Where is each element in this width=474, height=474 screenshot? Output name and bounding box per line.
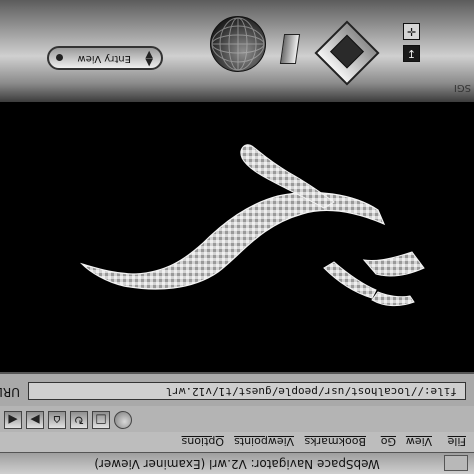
menu-options[interactable]: Options — [182, 435, 224, 448]
toolbar: ◀ ▶ ⌂ ↻ □ — [0, 405, 474, 432]
navigation-dashboard: SGI ↧ ✛ ▲ ▼ Entry View — [0, 0, 474, 102]
viewpoint-selector[interactable]: ▲ ▼ Entry View — [47, 46, 163, 70]
back-icon[interactable]: ◀ — [4, 411, 22, 429]
menu-viewpoints[interactable]: Viewpoints — [234, 435, 294, 448]
menu-file[interactable]: File — [448, 435, 466, 448]
reload-icon[interactable]: ↻ — [70, 411, 88, 429]
pan-center-icon — [330, 34, 364, 69]
tilt-icon[interactable]: ↧ — [403, 45, 420, 62]
app-window: WebSpace Navigator: V2.wrl (Examiner Vie… — [0, 0, 474, 474]
menu-view[interactable]: View — [406, 435, 432, 448]
forward-icon[interactable]: ▶ — [26, 411, 44, 429]
location-bar: URL: file://localhost/usr/people/guest/t… — [0, 372, 474, 406]
viewpoint-indicator-icon — [56, 54, 63, 61]
open-icon[interactable]: □ — [92, 411, 110, 429]
location-input[interactable]: file://localhost/usr/people/guest/t1/v12… — [28, 382, 466, 400]
title-bar: WebSpace Navigator: V2.wrl (Examiner Vie… — [0, 452, 474, 474]
viewpoint-arrows-icon[interactable]: ▲ ▼ — [145, 49, 153, 68]
menu-bookmarks[interactable]: Bookmarks — [305, 435, 366, 448]
window-title: WebSpace Navigator: V2.wrl (Examiner Vie… — [94, 457, 380, 471]
viewpoint-label: Entry View — [77, 53, 131, 64]
location-label: URL: — [0, 385, 20, 399]
seek-icon[interactable]: ✛ — [403, 23, 420, 40]
vrml-viewport[interactable] — [0, 102, 474, 372]
pan-control[interactable] — [314, 20, 380, 86]
zoom-slider[interactable] — [279, 34, 301, 64]
stop-icon[interactable] — [114, 411, 132, 429]
rotate-globe-icon[interactable] — [210, 16, 266, 72]
home-icon[interactable]: ⌂ — [48, 411, 66, 429]
3d-model — [79, 144, 425, 307]
sgi-logo: SGI — [453, 82, 471, 93]
menu-go[interactable]: Go — [381, 435, 396, 448]
menu-bar: File View Go Bookmarks Viewpoints Option… — [0, 431, 474, 452]
